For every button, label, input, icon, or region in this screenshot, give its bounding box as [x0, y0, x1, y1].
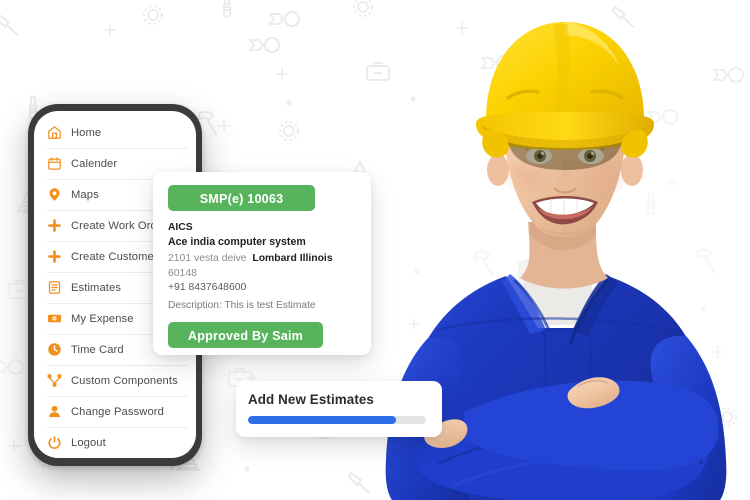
progress-bar-fill [248, 416, 396, 424]
plus-icon [48, 250, 61, 263]
sidebar-item-label: Custom Components [71, 374, 178, 387]
sidebar-item-home[interactable]: Home [34, 117, 196, 148]
address-city: Lombard Illinois [252, 253, 333, 264]
sidebar-item-change-password[interactable]: Change Password [34, 396, 196, 427]
estimate-detail-card: SMP(e) 10063 AICS Ace india computer sys… [153, 172, 371, 355]
add-new-estimates-card[interactable]: Add New Estimates [236, 381, 442, 437]
user-icon [49, 405, 60, 418]
map-pin-icon [49, 188, 60, 201]
company-name: Ace india computer system [168, 236, 306, 248]
estimate-card-body: AICS Ace india computer system 2101 vest… [167, 211, 357, 313]
sidebar-item-label: Change Password [71, 405, 164, 418]
company-code: AICS [168, 222, 193, 233]
sidebar-item-label: Home [71, 126, 102, 139]
sidebar-item-label: My Expense [71, 312, 134, 325]
company-phone: +91 8437648600 [168, 282, 247, 293]
components-icon [47, 374, 62, 387]
sidebar-item-label: Calender [71, 157, 118, 170]
calendar-icon [48, 157, 61, 170]
sidebar-item-custom-components[interactable]: Custom Components [34, 365, 196, 396]
sidebar-item-label: Estimates [71, 281, 122, 294]
estimate-description: Description: This is test Estimate [168, 299, 316, 311]
progress-bar-track[interactable] [248, 416, 426, 424]
sidebar-item-label: Maps [71, 188, 99, 201]
screenshot-canvas: Home Calender Maps Create Work Order Cre… [0, 0, 750, 500]
address-zip: 60148 [168, 267, 197, 279]
address-street: 2101 vesta deive [168, 253, 247, 264]
company-address: 2101 vesta deive Lombard Illinois 60148 [168, 252, 357, 281]
power-icon [48, 436, 61, 449]
sidebar-item-label: Create Customer [71, 250, 158, 263]
sidebar-item-label: Logout [71, 436, 106, 449]
document-icon [48, 281, 61, 294]
approved-by-button[interactable]: Approved By Saim [168, 322, 323, 348]
plus-icon [48, 219, 61, 232]
clock-icon [48, 343, 61, 356]
money-icon [47, 314, 62, 323]
home-icon [48, 126, 61, 139]
sidebar-item-label: Time Card [71, 343, 124, 356]
sidebar-item-logout[interactable]: Logout [34, 427, 196, 458]
estimate-status-button[interactable]: SMP(e) 10063 [168, 185, 315, 211]
add-estimates-title: Add New Estimates [248, 392, 374, 407]
